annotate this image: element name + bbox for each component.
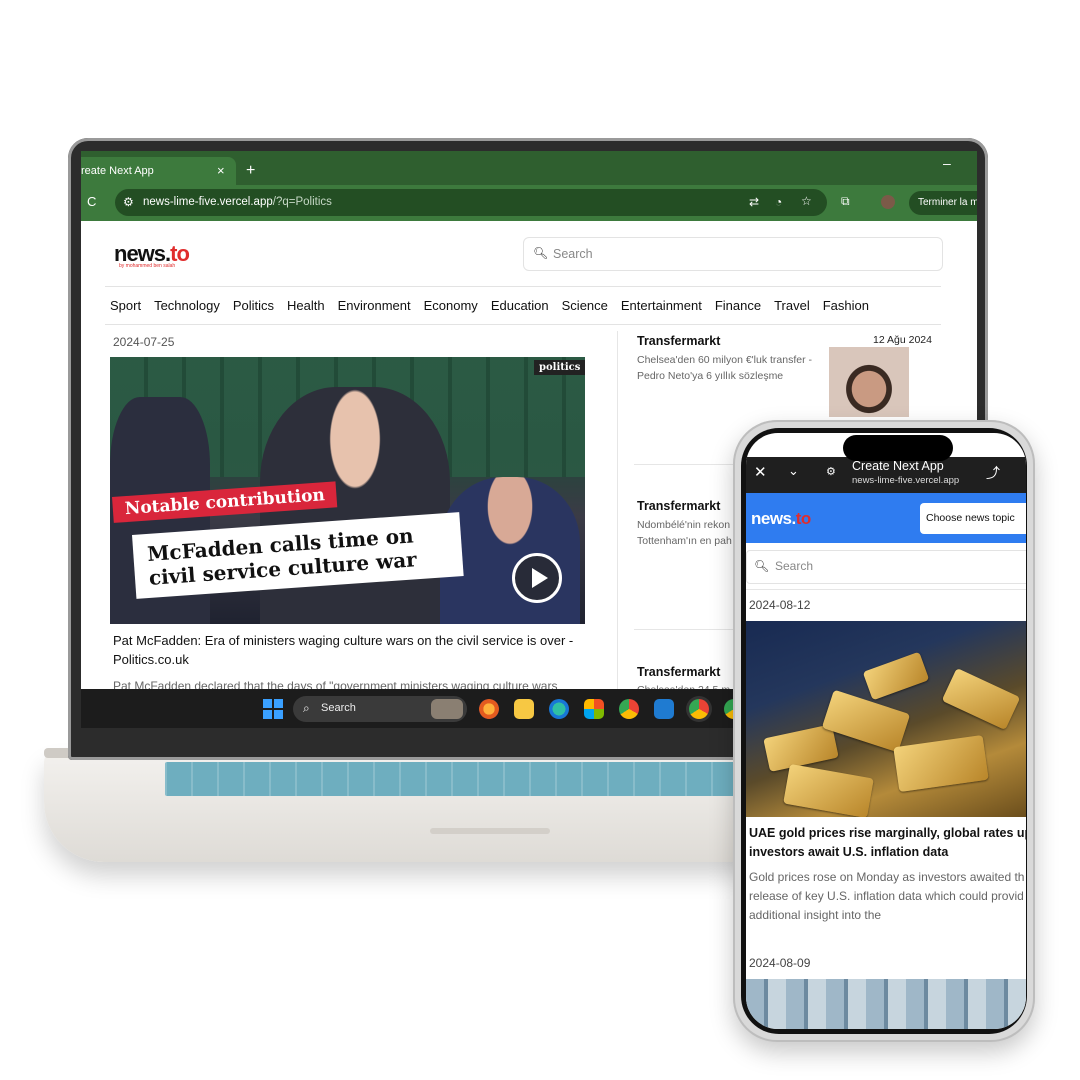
side-text-2[interactable]: Ndombélé'nin rekon Tottenham'ın en pah bbox=[637, 517, 737, 549]
article-date: 2024-07-25 bbox=[113, 335, 175, 349]
search-icon: 🔍︎ bbox=[533, 246, 549, 260]
edge-icon[interactable] bbox=[549, 699, 569, 719]
tab-close-icon[interactable]: × bbox=[217, 157, 225, 185]
side-image-1[interactable] bbox=[829, 347, 909, 417]
mobile-logo-accent: to bbox=[795, 509, 812, 528]
mobile-article-title[interactable]: UAE gold prices rise marginally, global … bbox=[749, 824, 1026, 862]
topic-select[interactable]: Choose news topic bbox=[920, 503, 1026, 534]
site-settings-icon[interactable]: ⚙ bbox=[123, 195, 134, 209]
article-image[interactable]: politics Notable contribution McFadden c… bbox=[110, 357, 585, 624]
play-icon[interactable] bbox=[512, 553, 562, 603]
side-text-1[interactable]: Chelsea'den 60 milyon €'luk transfer - P… bbox=[637, 352, 817, 384]
laptop-notch bbox=[430, 828, 550, 834]
nav-technology[interactable]: Technology bbox=[154, 298, 220, 313]
store-icon[interactable] bbox=[584, 699, 604, 719]
file-explorer-icon[interactable] bbox=[514, 699, 534, 719]
dynamic-island bbox=[843, 435, 953, 461]
nav-sport[interactable]: Sport bbox=[110, 298, 141, 313]
reload-icon[interactable]: C bbox=[87, 194, 96, 209]
nav-health[interactable]: Health bbox=[287, 298, 325, 313]
logo-subtitle: by mohammed ben salah bbox=[119, 263, 176, 269]
mobile-desc-line-3: additional insight into the bbox=[749, 908, 882, 922]
bookmark-star-icon[interactable]: ☆ bbox=[801, 194, 812, 208]
side-source-3[interactable]: Transfermarkt bbox=[637, 665, 720, 679]
mobile-article-date-2: 2024-08-09 bbox=[749, 956, 811, 970]
side-date-1: 12 Ağu 2024 bbox=[873, 334, 932, 346]
mobile-search-placeholder: Search bbox=[775, 559, 814, 573]
mobile-title-line-2: investors await U.S. inflation data bbox=[749, 845, 949, 859]
mobile-divider bbox=[746, 589, 1026, 590]
new-tab-button[interactable]: + bbox=[246, 157, 255, 185]
url-host: news-lime-five.vercel.app bbox=[143, 196, 273, 208]
windows-start-icon[interactable] bbox=[263, 699, 283, 719]
phone-screen: ✕ ⌄ ⚙ Create Next App news-lime-five.ver… bbox=[746, 433, 1026, 1029]
nav-finance[interactable]: Finance bbox=[715, 298, 761, 313]
mobile-article-image-2[interactable] bbox=[746, 979, 1026, 1029]
mobile-desc-line-1: Gold prices rose on Monday as investors … bbox=[749, 870, 1025, 884]
category-nav: Sport Technology Politics Health Environ… bbox=[110, 298, 869, 313]
mobile-search-icon: 🔍︎ bbox=[754, 559, 770, 573]
profile-avatar[interactable] bbox=[881, 195, 895, 209]
column-divider bbox=[617, 331, 618, 691]
performance-icon[interactable]: ◔ bbox=[775, 195, 782, 209]
page-settings-icon[interactable]: ⚙ bbox=[826, 465, 836, 478]
mobile-article-date: 2024-08-12 bbox=[749, 598, 811, 612]
share-icon[interactable]: ⤴ bbox=[986, 463, 1000, 483]
url-text[interactable]: news-lime-five.vercel.app/?q=Politics bbox=[143, 196, 332, 208]
vscode-icon[interactable] bbox=[654, 699, 674, 719]
taskbar-search-label: Search bbox=[321, 702, 356, 714]
mobile-url[interactable]: news-lime-five.vercel.app bbox=[852, 475, 959, 486]
mobile-logo[interactable]: news.to bbox=[751, 509, 811, 529]
mobile-page-title: Create Next App bbox=[852, 459, 944, 473]
nav-travel[interactable]: Travel bbox=[774, 298, 810, 313]
url-query: /?q=Politics bbox=[272, 196, 332, 208]
terminer-button[interactable]: Terminer la mi bbox=[909, 191, 977, 215]
side-source-2[interactable]: Transfermarkt bbox=[637, 499, 720, 513]
chrome-icon[interactable] bbox=[619, 699, 639, 719]
search-placeholder: Search bbox=[553, 247, 593, 261]
nav-science[interactable]: Science bbox=[562, 298, 608, 313]
firefox-icon[interactable] bbox=[479, 699, 499, 719]
mobile-logo-main: news. bbox=[751, 509, 796, 528]
chrome-active-icon[interactable] bbox=[689, 699, 709, 719]
mobile-desc-line-2: release of key U.S. inflation data which… bbox=[749, 889, 1024, 903]
tab-title: reate Next App bbox=[81, 165, 154, 177]
taskbar-search-icon: ⌕ bbox=[303, 701, 310, 715]
close-icon[interactable]: ✕ bbox=[754, 463, 767, 481]
nav-education[interactable]: Education bbox=[491, 298, 549, 313]
mobile-article-image[interactable] bbox=[746, 621, 1026, 817]
nav-environment[interactable]: Environment bbox=[338, 298, 411, 313]
nav-politics[interactable]: Politics bbox=[233, 298, 274, 313]
chevron-down-icon[interactable]: ⌄ bbox=[788, 463, 799, 479]
minimize-button[interactable]: – bbox=[943, 155, 951, 171]
extensions-icon[interactable]: ⧉ bbox=[841, 194, 850, 209]
nav-entertainment[interactable]: Entertainment bbox=[621, 298, 702, 313]
mobile-article-description: Gold prices rose on Monday as investors … bbox=[749, 868, 1025, 925]
mobile-title-line-1: UAE gold prices rise marginally, global … bbox=[749, 826, 1026, 840]
translate-icon[interactable]: ⇄ bbox=[749, 195, 759, 209]
article-title[interactable]: Pat McFadden: Era of ministers waging cu… bbox=[113, 631, 583, 669]
nav-economy[interactable]: Economy bbox=[424, 298, 478, 313]
nav-fashion[interactable]: Fashion bbox=[823, 298, 869, 313]
image-brand: politics bbox=[534, 360, 585, 375]
nav-divider-bottom bbox=[105, 324, 941, 325]
side-source-1[interactable]: Transfermarkt bbox=[637, 334, 720, 348]
taskbar-widget-icon[interactable] bbox=[431, 699, 463, 719]
browser-tab[interactable]: reate Next App bbox=[81, 157, 236, 185]
nav-divider-top bbox=[105, 286, 941, 287]
